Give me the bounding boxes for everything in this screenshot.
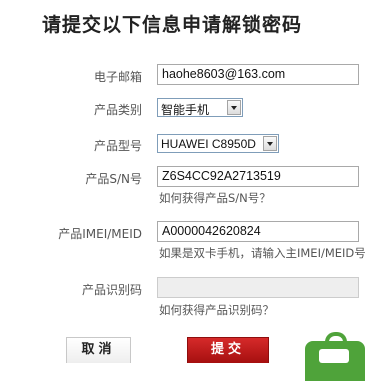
- imei-hint: 如果是双卡手机，请输入主IMEI/MEID号: [159, 246, 366, 260]
- product-code-label: 产品识别码: [81, 283, 142, 297]
- imei-label: 产品IMEI/MEID: [58, 227, 142, 241]
- category-label: 产品类别: [93, 103, 142, 117]
- email-label: 电子邮箱: [93, 70, 142, 84]
- submit-button[interactable]: 提交: [187, 337, 269, 363]
- chevron-down-icon[interactable]: [227, 100, 241, 115]
- product-code-help-link[interactable]: 如何获得产品识别码？: [159, 302, 274, 318]
- serial-number-field[interactable]: Z6S4CC92A2713519: [157, 166, 359, 187]
- serial-help-link[interactable]: 如何获得产品S/N号？: [159, 190, 271, 206]
- shopping-bag-icon: [305, 332, 365, 381]
- category-select[interactable]: 智能手机: [157, 98, 243, 117]
- page-title: 请提交以下信息申请解锁密码: [42, 14, 303, 36]
- category-selected-value: 智能手机: [161, 103, 210, 117]
- chevron-down-icon[interactable]: [263, 136, 277, 151]
- model-selected-value: HUAWEI C8950D: [161, 137, 256, 151]
- model-select[interactable]: HUAWEI C8950D: [157, 134, 279, 153]
- email-field[interactable]: haohe8603@163.com: [157, 64, 359, 85]
- product-code-field[interactable]: [157, 277, 359, 298]
- imei-field[interactable]: A0000042620824: [157, 221, 359, 242]
- cancel-button[interactable]: 取消: [66, 337, 131, 363]
- serial-label: 产品S/N号: [85, 172, 142, 186]
- model-label: 产品型号: [93, 139, 142, 153]
